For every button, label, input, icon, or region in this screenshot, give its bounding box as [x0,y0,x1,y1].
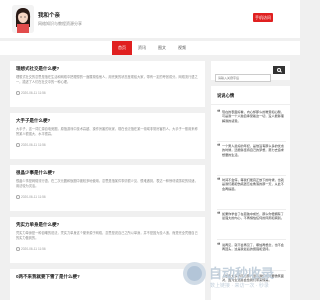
quote-icon: ❝ [217,212,221,218]
watermark-text: 自动秒收录 [209,266,275,281]
quote-item[interactable]: ❝ 时间不会停，等我们能真正放下的时候，也就是我们都把伤痛遗忘在角落的那一天，从… [217,178,286,210]
clock-icon [16,91,20,95]
quote-text: 现在的表面好看，内心却那么的难受和心酸，可是我一个人独自承受着这一切，没人能够理… [222,110,284,123]
quote-item[interactable]: ❝ 一个男人最好的年纪，是他没有那么多的忧虑的时候，还能够坚持自己的梦想，努力去… [217,144,286,176]
post-date: 2020-06-11 11:56 [16,143,199,147]
post-date: 2020-06-11 11:56 [16,195,199,199]
post-date-text: 2020-06-11 11:56 [21,91,46,95]
post-date-text: 2020-06-11 11:56 [21,247,46,251]
main-nav: 首页 资讯 图文 视频 [0,41,300,55]
quote-text: 时间不会停，等我们能真正放下的时候，也就是我们都把伤痛遗忘在角落的那一天，从此不… [222,178,284,191]
quote-item[interactable]: ❝ 如果你学会了在孤独中成长，那么你便拥有了最强大的内心，不再惧怕任何的风雨和离… [217,212,286,240]
clock-icon [16,247,20,251]
watermark: 自动秒收录 数上链接 · 来访一次 · 秒录 [183,262,298,292]
list-item: 理想式社交是什么梗? 理想式社交的意思是指在生活和网络中把理想的一面展现给他人，… [10,61,205,107]
mobile-access-button[interactable]: 手机访问 [253,13,273,22]
divider [217,141,286,142]
post-title[interactable]: 凭实力单身是什么梗? [16,222,199,228]
post-summary: 大手子，这一词汇源自电竞圈，原指游戏中技术高超、操作厉害的玩家，现在也泛指在某一… [16,127,198,136]
post-date: 2020-06-11 11:56 [16,91,199,95]
divider [217,175,286,176]
post-title[interactable]: 0两不来我就要下雪了是什么梗? [16,274,199,280]
avatar[interactable] [12,5,34,33]
quote-icon: ❝ [217,178,221,184]
quote-text: 一个男人最好的年纪，是他没有那么多的忧虑的时候，还能够坚持自己的梦想，努力去追求… [222,144,284,157]
quote-text: 说再见，就不会再见了，哪怕再想念，也不会再回头，这是我最后的倔强和坚持。 [222,243,284,252]
quote-icon: ❝ [217,110,221,116]
quote-text: 如果你学会了在孤独中成长，那么你便拥有了最强大的内心，不再惧怕任何的风雨和离别。 [222,212,284,221]
nav-item-video[interactable]: 视频 [172,41,192,55]
site-subtitle: 网络知识与教程资源分享 [38,21,82,26]
site-header: 我和个亲 网络知识与教程资源分享 手机访问 [0,0,300,38]
list-item: 凭实力单身是什么梗? 凭实力单身是一种自嘲的说法，凭实力单身这个梗来源于网络，意… [10,217,205,263]
watermark-subtext: 数上链接 · 来访一次 · 秒录 [210,283,269,289]
post-summary: 理想式社交的意思是指在生活和网络中把理想的一面展现给他人，用完美的状态呈现给大家… [16,75,198,84]
post-summary: 很晶少事是网络流行语，在二次元圈和饭圈中被较多地使用，意思是指某件事情很少见、很… [16,179,198,188]
post-date-text: 2020-06-11 11:56 [21,143,46,147]
clock-icon [16,195,20,199]
divider [217,209,286,210]
post-date: 2020-06-11 11:56 [16,247,199,251]
site-title[interactable]: 我和个亲 [38,11,60,19]
search-button[interactable] [273,66,285,74]
quote-item[interactable]: ❝ 现在的表面好看，内心却那么的难受和心酸，可是我一个人独自承受着这一切，没人能… [217,110,286,142]
divider [217,239,286,240]
watermark-logo-icon [183,262,206,285]
list-item: 很晶少事是什么梗? 很晶少事是网络流行语，在二次元圈和饭圈中被较多地使用，意思是… [10,165,205,211]
post-title[interactable]: 大手子是什么梗? [16,118,199,124]
quote-icon: ❝ [217,144,221,150]
search-box [211,61,290,82]
post-summary: 凭实力单身是一种自嘲的说法，凭实力单身这个梗来源于网络，意思是说自己之所以单身，… [16,231,198,240]
nav-item-gallery[interactable]: 图文 [152,41,172,55]
post-date-text: 2020-06-11 11:56 [21,195,46,199]
list-item: 大手子是什么梗? 大手子，这一词汇源自电竞圈，原指游戏中技术高超、操作厉害的玩家… [10,113,205,159]
divider [211,104,290,105]
list-item: 0两不来我就要下雪了是什么梗? [10,269,205,300]
mood-panel-title: 说说心情 [217,93,235,98]
post-title[interactable]: 理想式社交是什么梗? [16,66,199,72]
avatar-illustration [12,5,34,33]
nav-item-home[interactable]: 首页 [112,41,132,55]
clock-icon [16,143,20,147]
search-input[interactable] [215,74,271,82]
quote-icon: ❝ [217,243,221,249]
nav-item-news[interactable]: 资讯 [132,41,152,55]
post-title[interactable]: 很晶少事是什么梗? [16,170,199,176]
